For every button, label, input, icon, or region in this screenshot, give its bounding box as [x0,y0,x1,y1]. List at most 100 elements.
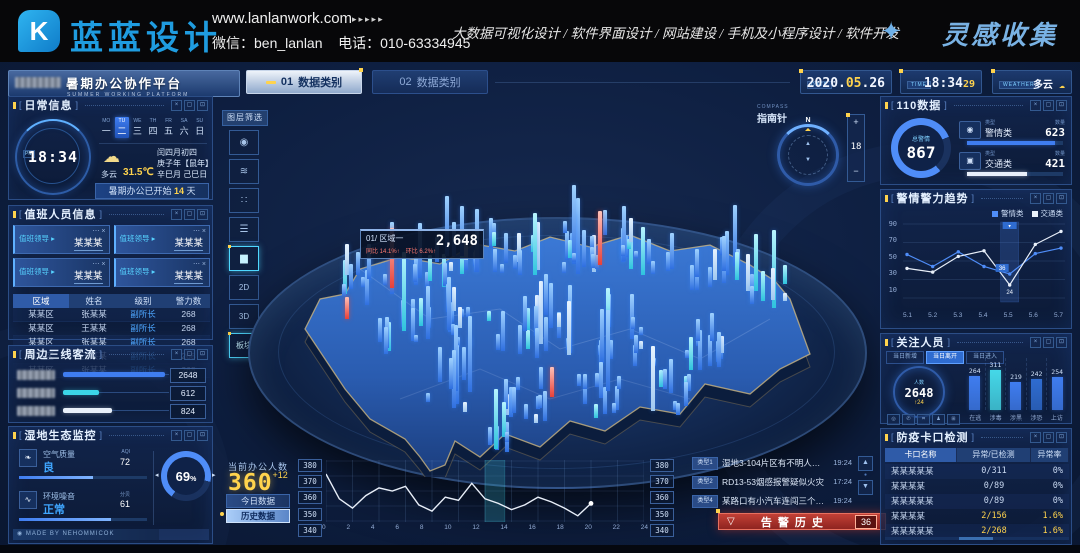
map-bar [639,341,643,349]
alert-item[interactable]: 类型4 某路口有小汽车连闯三个红灯 19:24 [692,494,852,508]
map-bar [710,313,714,341]
map-bar [524,404,528,418]
close-icon[interactable]: × [171,430,182,441]
tab1-label: 数据类别 [298,74,342,90]
card-more-icon[interactable]: ⋯ × [193,260,206,268]
phone-label: 电话：010-63334945 [338,35,470,51]
scroll-up-icon[interactable]: ▲ [858,456,873,471]
expand-icon[interactable]: ⊡ [197,100,208,111]
map-bar [468,316,472,392]
tab-indicator [266,81,276,84]
slider-ytick [846,113,850,117]
focus-mini-icon[interactable]: ◎ [887,414,900,425]
compass-dial[interactable]: N ▲ ▼ [777,124,839,186]
d110-gauge-value: 867 [907,143,936,162]
duty-card[interactable]: 值班领导 ▸ ⋯ × 某某某 [114,258,211,287]
zoom-in-button[interactable]: + [848,115,864,129]
duty-card[interactable]: 值班领导 ▸ ⋯ × 某某某 [114,225,211,254]
duty-card[interactable]: 值班领导 ▸ ⋯ × 某某某 [13,225,110,254]
map-bar [634,251,638,258]
map-bar [684,382,688,406]
window-icon[interactable]: ▢ [184,100,195,111]
compass-down-icon[interactable]: ▼ [780,157,836,163]
close-icon[interactable]: × [1030,337,1041,348]
focus-circle: 人数 2648 ↑24 [893,366,945,418]
map-bar [535,328,539,358]
close-icon[interactable]: × [1030,432,1041,443]
close-icon[interactable]: × [1030,193,1041,204]
expand-icon[interactable]: ⊡ [1056,337,1067,348]
gauge-right-arrow-icon[interactable]: ▸ [212,471,216,479]
card-more-icon[interactable]: ⋯ × [193,227,206,235]
date-value: 2020.05.26 [807,76,885,91]
close-icon[interactable]: × [171,349,182,360]
week-day: MO一 [99,117,114,138]
history-data-button[interactable]: 历史数据 [226,509,290,523]
map-bar [342,284,346,296]
focus-mini-icon[interactable]: ✆ [902,414,915,425]
zoom-out-button[interactable]: − [848,165,864,177]
map-bar [526,330,530,349]
map-zoom-slider[interactable]: + 18 − [847,114,865,182]
scroll-down-icon[interactable]: ▼ [858,480,873,495]
expand-icon[interactable]: ⊡ [197,430,208,441]
focus-category: 在逃 [965,413,985,422]
topbar-divider [495,82,790,83]
map-bar [378,318,382,342]
head-tick [885,102,888,109]
gauge-left-arrow-icon[interactable]: ◂ [155,471,159,479]
today-data-button[interactable]: 今日数据 [226,494,290,508]
focus-bar [1031,379,1042,410]
site-url[interactable]: www.lanlanwork.com [212,10,352,27]
tab-data-category-1[interactable]: 01 数据类别 [246,70,362,94]
window-icon[interactable]: ▢ [1043,193,1054,204]
checkpoint-scrollbar[interactable] [885,537,1069,540]
close-icon[interactable]: × [171,209,182,220]
window-icon[interactable]: ▢ [184,430,195,441]
window-icon[interactable]: ▢ [1043,100,1054,111]
office-x-axis: 024681012141618202224 [322,524,648,531]
expand-icon[interactable]: ⊡ [197,209,208,220]
close-icon[interactable]: × [1030,100,1041,111]
window-icon[interactable]: ▢ [1043,337,1054,348]
expand-icon[interactable]: ⊡ [1056,193,1067,204]
north-pointer-icon [805,128,811,131]
office-x-label: 8 [420,524,424,531]
window-icon[interactable]: ▢ [184,209,195,220]
office-y-label: 380 [650,459,674,472]
alert-item[interactable]: 类型2 RD13-53烟感报警疑似火灾 17:24 [692,475,852,489]
noise-bar-fill [19,518,111,521]
map-bar [487,311,491,321]
card-more-icon[interactable]: ⋯ × [92,227,105,235]
temperature: 31.5℃ [123,167,154,178]
eco-gauge: 69% [161,451,211,501]
expand-icon[interactable]: ⊡ [197,349,208,360]
card-more-icon[interactable]: ⋯ × [92,260,105,268]
lunar-line: 辛巳月 己巳日 [157,169,212,180]
map-bar [599,362,603,398]
map-bar [516,377,520,390]
office-y-axis-right: 380370360350340 [650,459,674,540]
tab-data-category-2[interactable]: 02 数据类别 [372,70,488,94]
map-bar [696,319,700,341]
map-bar [713,249,717,280]
compass-up-icon[interactable]: ▲ [780,141,836,147]
duty-card[interactable]: 值班领导 ▸ ⋯ × 某某某 [13,258,110,287]
noise-unit: 分贝 [120,491,130,498]
expand-icon[interactable]: ⊡ [1056,100,1067,111]
trend-x-label: 5.4 [978,312,987,319]
focus-tab[interactable]: 当日离开 [926,351,964,364]
focus-bar-slot: 242 [1026,358,1047,410]
focus-mini-icon[interactable]: ♟ [932,414,945,425]
alert-item[interactable]: 类型1 湿地3-104片区有不明人员闯入 19:24 [692,456,852,470]
focus-mini-icon[interactable]: ⌗ [917,414,930,425]
expand-icon[interactable]: ⊡ [1056,432,1067,443]
focus-mini-icon[interactable]: ⊞ [947,414,960,425]
focus-tab[interactable]: 当日新增 [886,351,924,364]
window-icon[interactable]: ▢ [1043,432,1054,443]
window-icon[interactable]: ▢ [184,349,195,360]
close-icon[interactable]: × [171,100,182,111]
flow-row: 824 [17,404,206,418]
week-day: TH四 [146,117,161,138]
alarm-history-banner[interactable]: ▽ 告警历史 36 [718,513,886,530]
